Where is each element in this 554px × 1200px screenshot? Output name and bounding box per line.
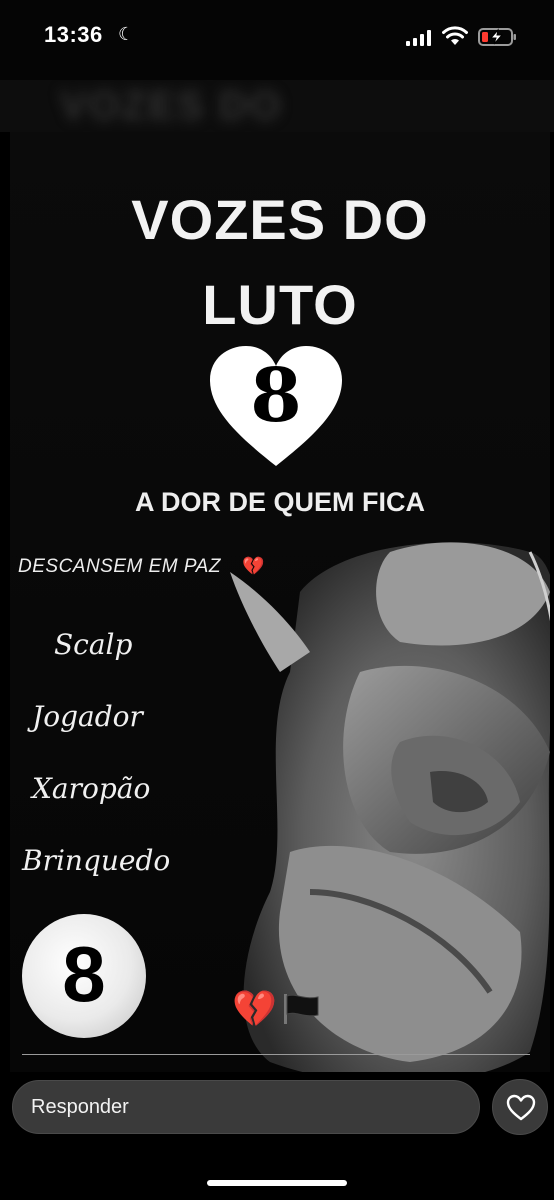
broken-heart-emoji: 💔: [232, 988, 277, 1029]
broken-heart-icon: 💔: [242, 556, 265, 576]
rest-in-peace-text: DESCANSEM EM PAZ: [18, 556, 221, 577]
memorial-name: Brinquedo: [22, 844, 171, 877]
status-time: 13:36: [44, 22, 103, 47]
eight-ball-number: 8: [62, 930, 106, 1018]
story-title-line1: VOZES DO: [131, 188, 429, 251]
blurred-header-text: VOZES DO: [60, 84, 283, 128]
heart-number: 8: [250, 353, 302, 439]
moon-icon: ☾: [118, 24, 135, 44]
story-subtitle: A DOR DE QUEM FICA: [135, 487, 425, 517]
blurred-story-background: VOZES DO: [0, 80, 554, 132]
wifi-icon: [442, 26, 468, 45]
memorial-name: Jogador: [32, 700, 143, 733]
story-image[interactable]: VOZES DO LUTO 8 A DOR DE QUEM FICA DESCA: [10, 132, 550, 1072]
divider: [22, 1054, 530, 1055]
black-flag-icon: [284, 994, 319, 1024]
memorial-name: Scalp: [54, 628, 133, 661]
rose-image: [230, 542, 550, 1072]
home-indicator[interactable]: [207, 1180, 347, 1186]
cellular-signal-icon: [406, 30, 431, 46]
status-bar: 13:36 ☾: [0, 0, 554, 80]
battery-charging-icon: [478, 28, 516, 46]
story-title-line2: LUTO: [202, 273, 358, 336]
like-button[interactable]: [492, 1079, 548, 1135]
reply-input[interactable]: Responder: [12, 1080, 480, 1134]
memorial-name: Xaropão: [32, 772, 151, 805]
heart-outline-icon: [506, 1094, 536, 1121]
reply-placeholder: Responder: [31, 1096, 129, 1118]
